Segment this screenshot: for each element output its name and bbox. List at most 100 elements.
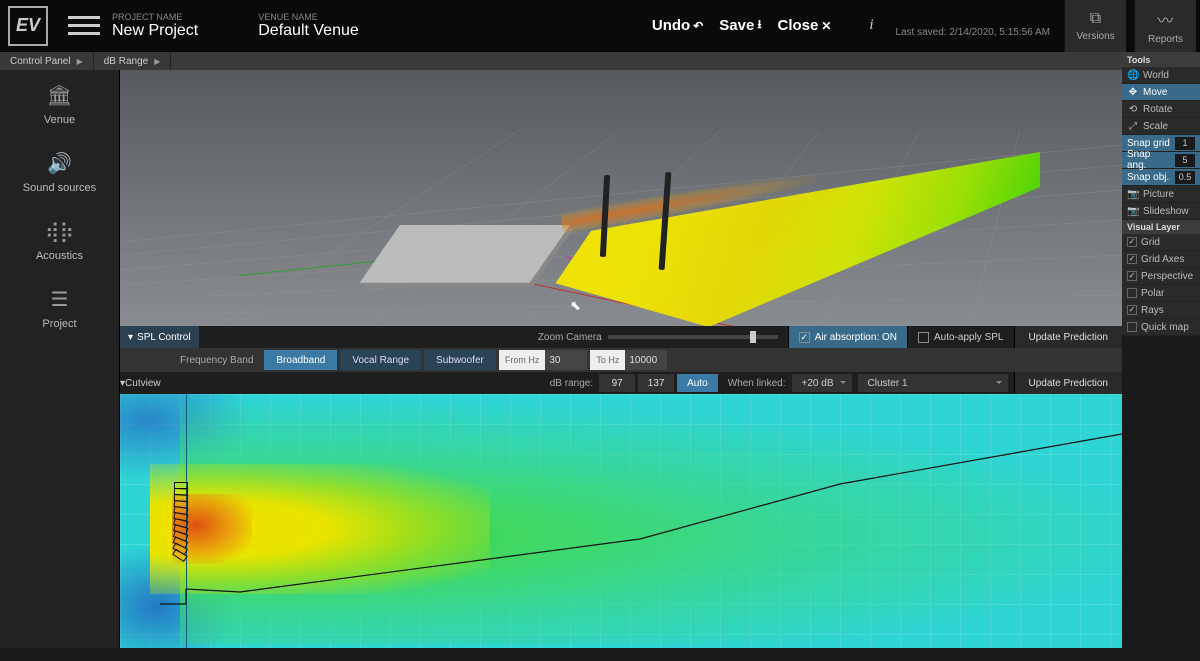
- versions-tab[interactable]: ⧉Versions: [1064, 0, 1126, 52]
- cutview-toggle[interactable]: ▾Cutview: [120, 378, 161, 389]
- freq-subwoofer-button[interactable]: Subwoofer: [424, 350, 496, 370]
- list-icon: ☰: [51, 287, 69, 312]
- save-button[interactable]: Save⭳: [715, 15, 765, 36]
- project-name-value: New Project: [112, 22, 198, 40]
- cursor-icon: ⬉: [570, 298, 581, 314]
- chevron-down-icon: ▾: [128, 332, 133, 343]
- checkbox-icon: [799, 332, 810, 343]
- scale-icon: ⤢: [1127, 121, 1139, 132]
- tool-move[interactable]: ✥Move: [1122, 84, 1200, 101]
- reports-icon: 〰: [1157, 7, 1173, 31]
- cutview-array: [174, 482, 188, 582]
- checkbox-icon: [1127, 237, 1137, 247]
- zoom-camera-slider[interactable]: [608, 335, 778, 339]
- cutview-canvas[interactable]: [120, 394, 1122, 648]
- slider-thumb[interactable]: [750, 331, 756, 343]
- snap-obj-input[interactable]: [1175, 171, 1195, 184]
- when-linked-label: When linked:: [728, 378, 786, 389]
- visual-layer-header: Visual Layer: [1122, 220, 1200, 234]
- db-range-high-input[interactable]: [638, 374, 674, 392]
- undo-icon: ↶: [693, 19, 703, 33]
- frequency-band-bar: Frequency Band Broadband Vocal Range Sub…: [120, 348, 1122, 372]
- nav-acoustics[interactable]: ⢾⡷Acoustics: [0, 206, 119, 274]
- link-offset-select[interactable]: +20 dB: [792, 374, 852, 392]
- rotate-icon: ⟲: [1127, 104, 1139, 115]
- checkbox-icon: [1127, 288, 1137, 298]
- tools-panel: Tools 🌐World ✥Move ⟲Rotate ⤢Scale Snap g…: [1122, 53, 1200, 336]
- checkbox-icon: [1127, 271, 1137, 281]
- tool-snap-object[interactable]: Snap obj.: [1122, 169, 1200, 186]
- move-icon: ✥: [1127, 87, 1139, 98]
- versions-icon: ⧉: [1090, 10, 1101, 28]
- nav-project[interactable]: ☰Project: [0, 274, 119, 342]
- menu-button[interactable]: [68, 10, 100, 42]
- freq-vocal-button[interactable]: Vocal Range: [340, 350, 421, 370]
- db-auto-button[interactable]: Auto: [677, 374, 718, 392]
- chevron-right-icon: ▶: [154, 57, 160, 66]
- layer-rays[interactable]: Rays: [1122, 302, 1200, 319]
- freq-to-input[interactable]: [625, 350, 667, 370]
- globe-icon: 🌐: [1127, 70, 1139, 81]
- checkbox-icon: [918, 332, 929, 343]
- breadcrumb-db-range[interactable]: dB Range▶: [94, 52, 172, 70]
- spl-control-bar: ▾SPL Control Zoom Camera Air absorption:…: [120, 326, 1122, 348]
- tool-world[interactable]: 🌐World: [1122, 67, 1200, 84]
- venue-name-block[interactable]: VENUE NAME Default Venue: [258, 12, 359, 40]
- 3d-viewport[interactable]: ⬉: [120, 70, 1122, 326]
- checkbox-icon: [1127, 322, 1137, 332]
- tool-rotate[interactable]: ⟲Rotate: [1122, 101, 1200, 118]
- tool-slideshow[interactable]: 📷Slideshow: [1122, 203, 1200, 220]
- snap-angle-input[interactable]: [1175, 154, 1195, 167]
- save-icon: ⭳: [757, 15, 761, 36]
- venue-name-value: Default Venue: [258, 22, 359, 40]
- layer-grid[interactable]: Grid: [1122, 234, 1200, 251]
- nav-sound-sources[interactable]: 🔊Sound sources: [0, 138, 119, 206]
- logo-text: EV: [16, 15, 40, 36]
- spl-control-toggle[interactable]: ▾SPL Control: [120, 326, 199, 348]
- tool-snap-angle[interactable]: Snap ang.: [1122, 152, 1200, 169]
- breadcrumb-control-panel[interactable]: Control Panel▶: [0, 52, 94, 70]
- camera-icon: 📷: [1127, 189, 1139, 200]
- project-name-block[interactable]: PROJECT NAME New Project: [112, 12, 198, 40]
- app-logo: EV: [8, 6, 48, 46]
- nav-venue[interactable]: 🏛Venue: [0, 70, 119, 138]
- close-button[interactable]: Close✕: [774, 17, 836, 34]
- close-icon: ✕: [821, 19, 831, 33]
- zoom-camera-label: Zoom Camera: [538, 332, 608, 343]
- breadcrumb: Control Panel▶ dB Range▶: [0, 52, 1200, 70]
- speaker-icon: 🔊: [47, 151, 72, 176]
- slideshow-icon: 📷: [1127, 206, 1139, 217]
- auto-apply-spl-toggle[interactable]: Auto-apply SPL: [907, 326, 1014, 348]
- freq-broadband-button[interactable]: Broadband: [264, 350, 337, 370]
- chevron-right-icon: ▶: [77, 57, 83, 66]
- layer-grid-axes[interactable]: Grid Axes: [1122, 251, 1200, 268]
- db-range-label: dB range:: [550, 378, 599, 389]
- reports-tab[interactable]: 〰Reports: [1134, 0, 1196, 52]
- tool-picture[interactable]: 📷Picture: [1122, 186, 1200, 203]
- freq-to-field: To Hz: [590, 350, 667, 370]
- project-name-label: PROJECT NAME: [112, 12, 198, 22]
- frequency-band-label: Frequency Band: [180, 355, 253, 366]
- info-button[interactable]: i: [861, 17, 881, 34]
- app-header: EV PROJECT NAME New Project VENUE NAME D…: [0, 0, 1200, 52]
- venue-name-label: VENUE NAME: [258, 12, 359, 22]
- venue-icon: 🏛: [47, 83, 72, 108]
- last-saved-text: Last saved: 2/14/2020, 5:15:56 AM: [895, 27, 1050, 38]
- db-range-low-input[interactable]: [599, 374, 635, 392]
- layer-quick-map[interactable]: Quick map: [1122, 319, 1200, 336]
- undo-button[interactable]: Undo↶: [648, 17, 707, 34]
- left-nav: 🏛Venue 🔊Sound sources ⢾⡷Acoustics ☰Proje…: [0, 70, 120, 661]
- tools-header: Tools: [1122, 53, 1200, 67]
- tool-scale[interactable]: ⤢Scale: [1122, 118, 1200, 135]
- cluster-select[interactable]: Cluster 1: [858, 374, 1008, 392]
- air-absorption-toggle[interactable]: Air absorption: ON: [788, 326, 907, 348]
- freq-from-input[interactable]: [545, 350, 587, 370]
- waveform-icon: ⢾⡷: [45, 219, 74, 244]
- checkbox-icon: [1127, 305, 1137, 315]
- freq-from-field: From Hz: [499, 350, 588, 370]
- cutview-update-button[interactable]: Update Prediction: [1014, 372, 1123, 394]
- layer-polar[interactable]: Polar: [1122, 285, 1200, 302]
- update-prediction-button[interactable]: Update Prediction: [1014, 326, 1123, 348]
- snap-grid-input[interactable]: [1175, 137, 1195, 150]
- layer-perspective[interactable]: Perspective: [1122, 268, 1200, 285]
